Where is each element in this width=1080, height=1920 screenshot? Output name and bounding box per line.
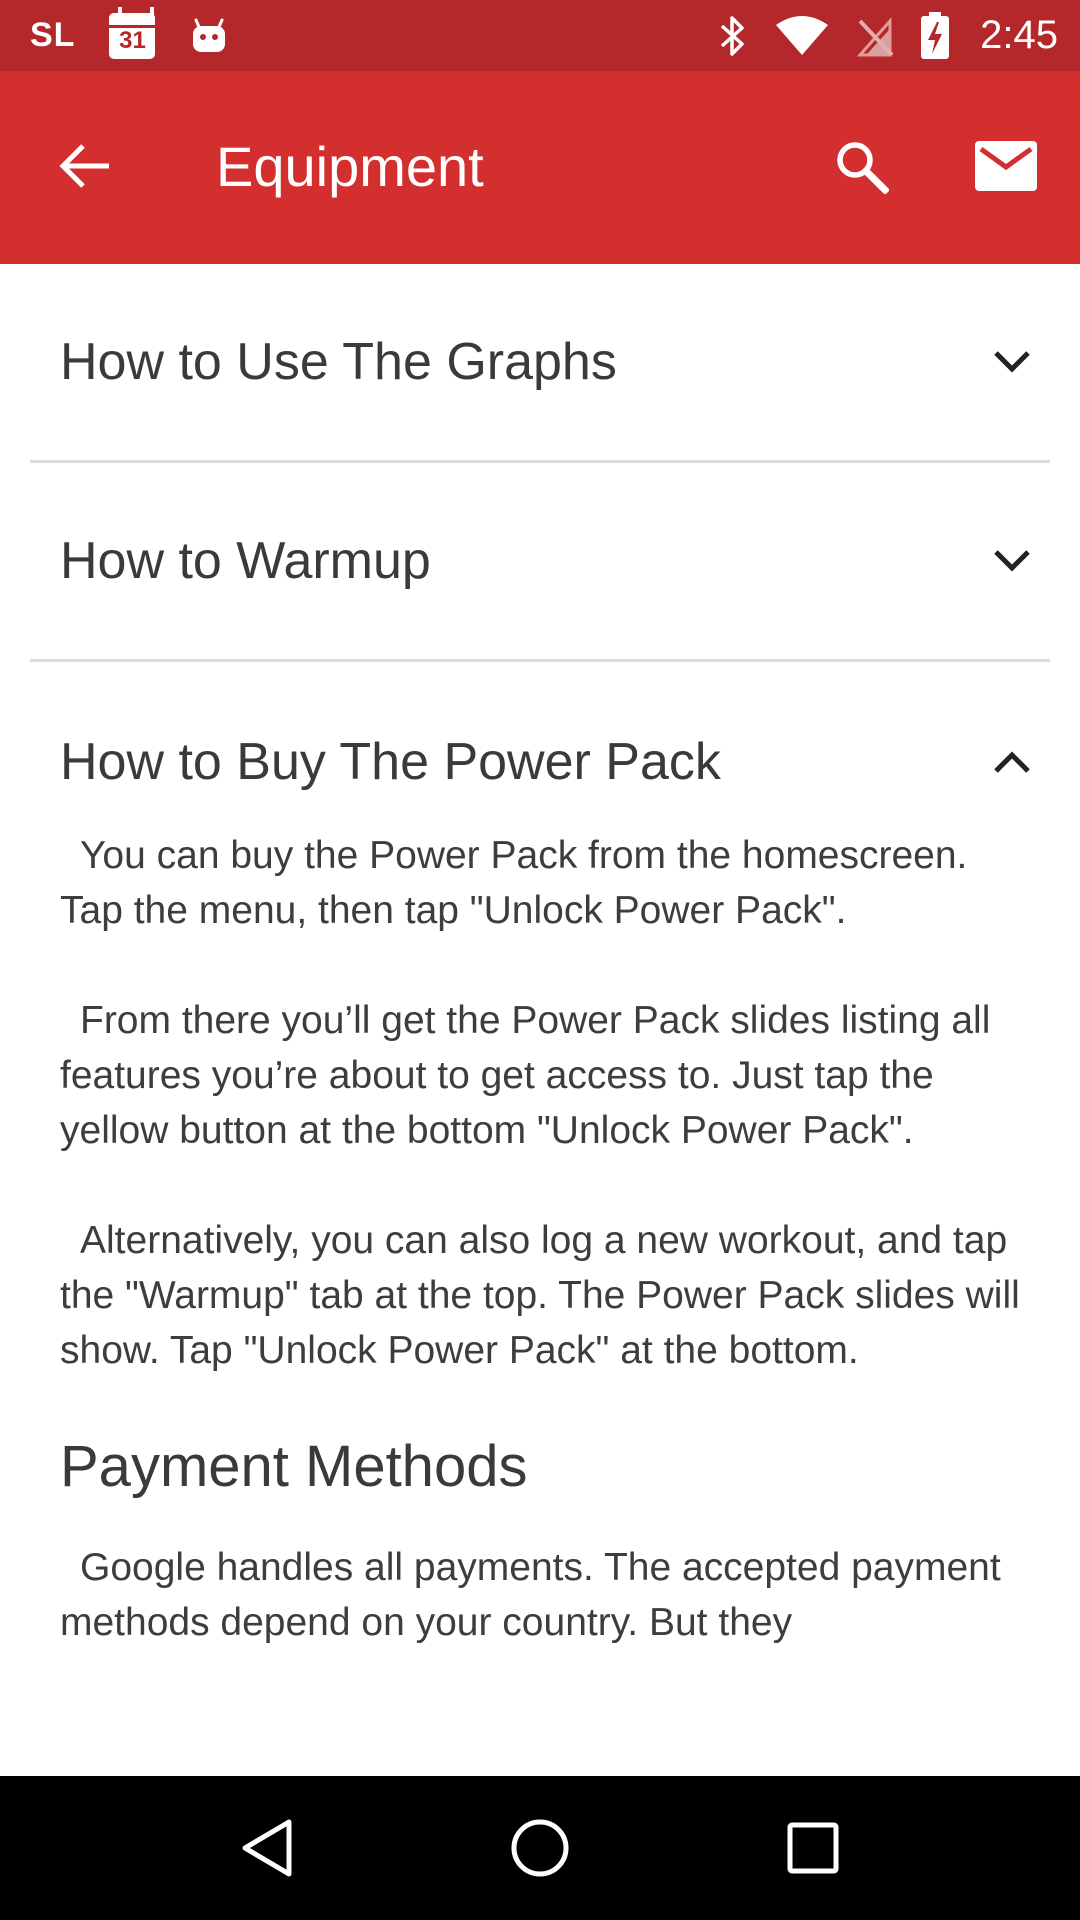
page-title: Equipment [216, 135, 484, 198]
search-icon [837, 142, 889, 194]
nav-back-button[interactable] [227, 1808, 307, 1888]
navigation-bar [0, 1776, 1080, 1920]
mail-icon [975, 141, 1037, 191]
accordion-item-graphs: How to Use The Graphs [30, 264, 1050, 460]
chevron-up-icon [986, 736, 1038, 788]
android-icon [193, 18, 226, 52]
calendar-icon: 31 [109, 6, 156, 59]
section-heading: Payment Methods [60, 1434, 528, 1499]
square-recents-icon [787, 1822, 839, 1874]
faq-list: How to Use The Graphs How to Warmup How … [0, 264, 1080, 1776]
wifi-icon [776, 15, 829, 55]
body-paragraph: You can buy the Power Pack from the home… [60, 834, 968, 932]
circle-home-icon [511, 1819, 569, 1877]
bluetooth-icon [720, 15, 744, 56]
accordion-title: How to Use The Graphs [60, 333, 617, 391]
no-signal-icon [856, 16, 894, 56]
chevron-down-icon [986, 535, 1038, 587]
app-bar: Equipment [0, 71, 1080, 264]
accordion-item-power-pack: How to Buy The Power Pack You can buy th… [30, 662, 1050, 1650]
search-button[interactable] [826, 131, 896, 201]
mail-button[interactable] [970, 131, 1042, 201]
accordion-title: How to Buy The Power Pack [60, 733, 721, 791]
arrow-back-icon [59, 144, 109, 188]
clock: 2:45 [980, 13, 1058, 57]
accordion-item-warmup: How to Warmup [30, 463, 1050, 659]
body-paragraph: Google handles all payments. The accepte… [60, 1546, 1001, 1644]
accordion-header-warmup[interactable]: How to Warmup [30, 463, 1050, 659]
accordion-header-graphs[interactable]: How to Use The Graphs [30, 264, 1050, 460]
accordion-title: How to Warmup [60, 532, 431, 590]
battery-charging-icon [921, 11, 950, 59]
body-paragraph: Alternatively, you can also log a new wo… [60, 1219, 1020, 1372]
calendar-day: 31 [119, 26, 146, 54]
chevron-down-icon [986, 336, 1038, 388]
status-bar: SL 31 2:45 [0, 0, 1080, 71]
nav-home-button[interactable] [500, 1808, 580, 1888]
body-paragraph: From there you’ll get the Power Pack sli… [60, 999, 991, 1152]
accordion-body-power-pack: You can buy the Power Pack from the home… [30, 828, 1050, 1650]
back-button[interactable] [52, 133, 118, 199]
triangle-back-icon [242, 1819, 292, 1877]
nav-recents-button[interactable] [773, 1808, 853, 1888]
carrier-label: SL [30, 16, 76, 54]
screen: SL 31 2:45 Equipment How to Use The Grap… [0, 0, 1080, 1920]
